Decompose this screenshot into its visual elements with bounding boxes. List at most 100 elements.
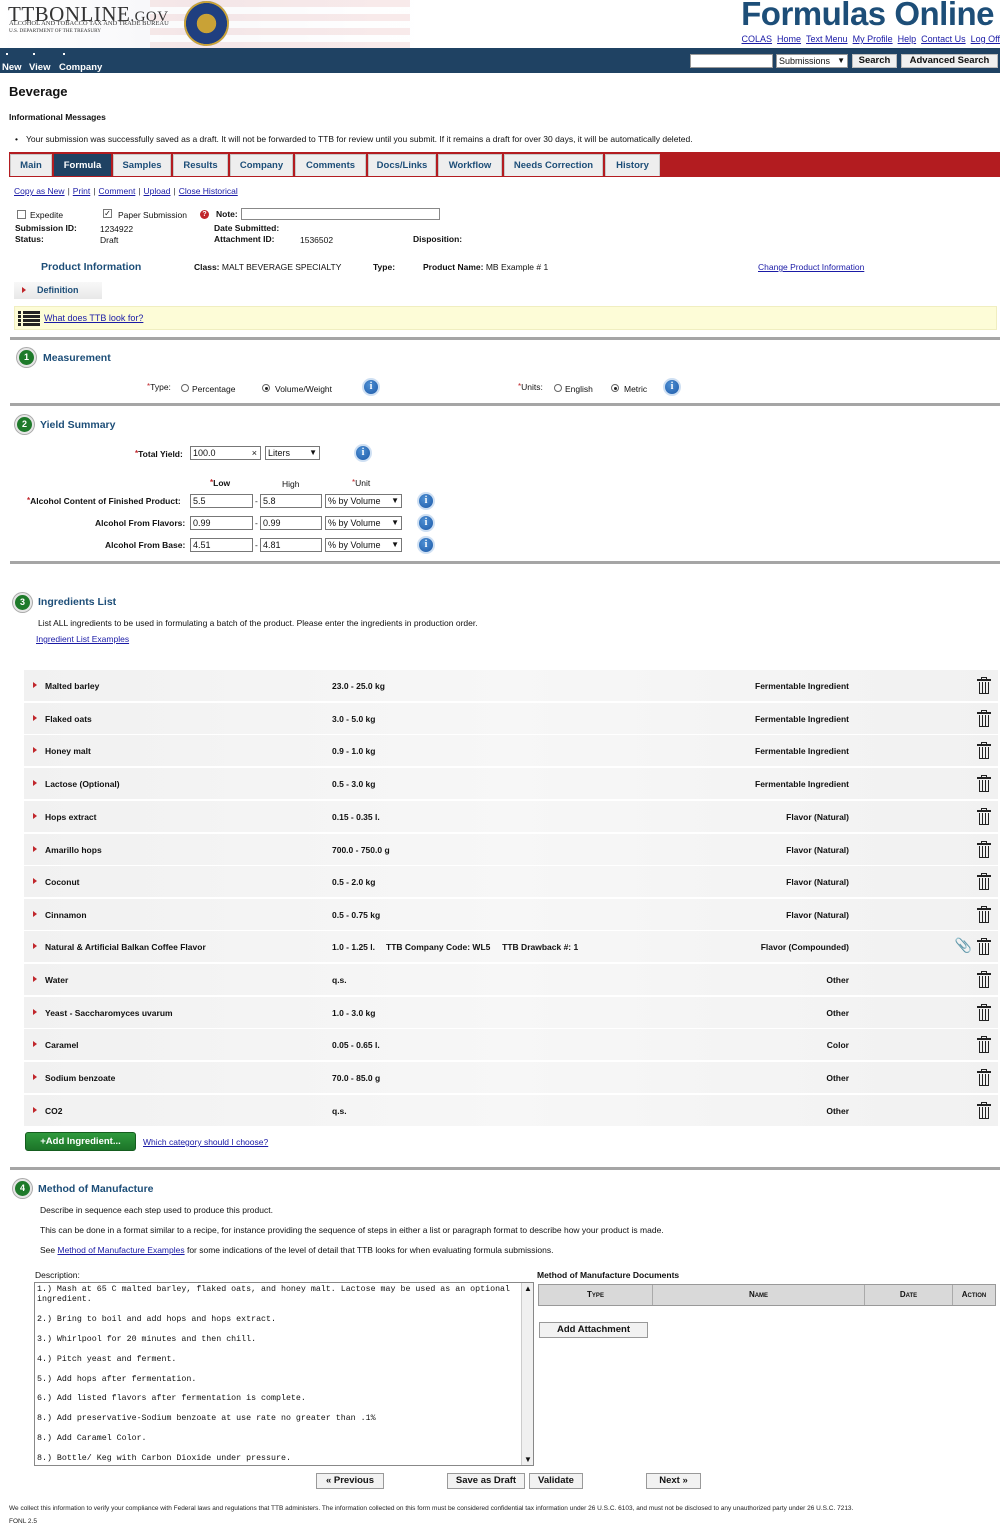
link-text-menu[interactable]: Text Menu: [806, 34, 848, 44]
info-icon[interactable]: i: [417, 514, 435, 532]
tab-history[interactable]: History: [605, 154, 660, 176]
tab-docs-links[interactable]: Docs/Links: [368, 154, 436, 176]
save-as-draft-button[interactable]: Save as Draft: [447, 1473, 525, 1489]
tab-company[interactable]: Company: [230, 154, 293, 176]
next-button[interactable]: Next »: [646, 1473, 701, 1489]
help-question-icon[interactable]: ?: [200, 210, 209, 219]
info-icon[interactable]: i: [354, 444, 372, 462]
ingredient-row[interactable]: Natural & Artificial Balkan Coffee Flavo…: [24, 931, 998, 962]
search-input[interactable]: [690, 54, 773, 68]
alcohol-flavors-unit-select[interactable]: % by Volume ▼: [325, 516, 402, 530]
ingredient-row[interactable]: Sodium benzoate 70.0 - 85.0 g Other: [24, 1062, 998, 1093]
column-header-type[interactable]: Type: [539, 1285, 653, 1305]
clear-icon[interactable]: ×: [252, 447, 257, 459]
paper-submission-checkbox[interactable]: ✓: [103, 209, 112, 218]
validate-button[interactable]: Validate: [529, 1473, 583, 1489]
ingredient-row[interactable]: Malted barley 23.0 - 25.0 kg Fermentable I…: [24, 670, 998, 701]
info-icon[interactable]: i: [417, 492, 435, 510]
units-english-radio[interactable]: [554, 384, 562, 392]
tab-results[interactable]: Results: [173, 154, 228, 176]
yield-unit-select[interactable]: Liters ▼: [265, 446, 320, 460]
link-my-profile[interactable]: My Profile: [853, 34, 893, 44]
tab-formula[interactable]: Formula: [54, 154, 111, 176]
alcohol-content-unit-select[interactable]: % by Volume ▼: [325, 494, 402, 508]
info-icon[interactable]: i: [417, 536, 435, 554]
alcohol-content-high-input[interactable]: 5.8: [260, 494, 322, 508]
ingredient-row[interactable]: Cinnamon 0.5 - 0.75 kg Flavor (Natural): [24, 899, 998, 930]
ingredient-list-examples-link[interactable]: Ingredient List Examples: [36, 634, 129, 644]
alcohol-flavors-high-input[interactable]: 0.99: [260, 516, 322, 530]
trash-icon[interactable]: [977, 677, 991, 694]
definition-toggle[interactable]: Definition: [14, 282, 102, 299]
tab-needs-correction[interactable]: Needs Correction: [504, 154, 603, 176]
link-help[interactable]: Help: [898, 34, 917, 44]
add-ingredient-button[interactable]: +Add Ingredient...: [25, 1132, 136, 1151]
search-scope-select[interactable]: Submissions ▼: [776, 54, 848, 68]
info-icon[interactable]: i: [362, 378, 380, 396]
column-header-action[interactable]: Action: [953, 1285, 995, 1305]
trash-icon[interactable]: [977, 710, 991, 727]
trash-icon[interactable]: [977, 1102, 991, 1119]
trash-icon[interactable]: [977, 1069, 991, 1086]
copy-as-new-link[interactable]: Copy as New: [14, 186, 65, 196]
link-colas[interactable]: COLAS: [742, 34, 773, 44]
note-input[interactable]: [241, 208, 440, 220]
chevron-up-icon[interactable]: ▲: [524, 1284, 532, 1293]
description-scrollbar[interactable]: ▲ ▼: [521, 1283, 533, 1465]
search-button[interactable]: Search: [852, 54, 897, 68]
type-volume-weight-radio[interactable]: [262, 384, 270, 392]
chevron-down-icon[interactable]: ▼: [524, 1455, 532, 1464]
trash-icon[interactable]: [977, 841, 991, 858]
link-log-off[interactable]: Log Off: [971, 34, 1000, 44]
ingredient-row[interactable]: Flaked oats 3.0 - 5.0 kg Fermentable Ingre…: [24, 703, 998, 734]
column-header-name[interactable]: Name: [653, 1285, 865, 1305]
ingredient-row[interactable]: Hops extract 0.15 - 0.35 l. Flavor (Natura…: [24, 801, 998, 832]
ingredient-row[interactable]: Lactose (Optional) 0.5 - 3.0 kg Fermentabl…: [24, 768, 998, 799]
description-textarea[interactable]: 1.) Mash at 65 C malted barley, flaked o…: [34, 1282, 534, 1466]
alcohol-flavors-low-input[interactable]: 0.99: [190, 516, 253, 530]
comment-link[interactable]: Comment: [98, 186, 135, 196]
alcohol-base-unit-select[interactable]: % by Volume ▼: [325, 538, 402, 552]
close-historical-link[interactable]: Close Historical: [179, 186, 238, 196]
paperclip-icon[interactable]: 📎: [955, 937, 972, 954]
which-category-link[interactable]: Which category should I choose?: [143, 1137, 268, 1147]
print-link[interactable]: Print: [73, 186, 90, 196]
ingredient-row[interactable]: Yeast - Saccharomyces uvarum 1.0 - 3.0 kg…: [24, 997, 998, 1028]
total-yield-input[interactable]: 100.0 ×: [190, 446, 261, 460]
ingredient-row[interactable]: CO2 q.s. Other: [24, 1095, 998, 1126]
tab-comments[interactable]: Comments: [295, 154, 366, 176]
type-percentage-radio[interactable]: [181, 384, 189, 392]
change-product-info-link[interactable]: Change Product Information: [758, 262, 864, 272]
expedite-checkbox[interactable]: [17, 210, 26, 219]
what-ttb-looks-for-link[interactable]: What does TTB look for?: [44, 313, 143, 323]
trash-icon[interactable]: [977, 808, 991, 825]
tab-workflow[interactable]: Workflow: [438, 154, 502, 176]
info-icon[interactable]: i: [663, 378, 681, 396]
trash-icon[interactable]: [977, 775, 991, 792]
tab-main[interactable]: Main: [10, 154, 52, 176]
link-contact-us[interactable]: Contact Us: [921, 34, 966, 44]
method-examples-link[interactable]: Method of Manufacture Examples: [58, 1245, 185, 1255]
trash-icon[interactable]: [977, 742, 991, 759]
add-attachment-button[interactable]: Add Attachment: [539, 1322, 648, 1338]
trash-icon[interactable]: [977, 906, 991, 923]
tab-samples[interactable]: Samples: [113, 154, 171, 176]
trash-icon[interactable]: [977, 971, 991, 988]
upload-link[interactable]: Upload: [144, 186, 171, 196]
trash-icon[interactable]: [977, 873, 991, 890]
ingredient-row[interactable]: Honey malt 0.9 - 1.0 kg Fermentable Ingred…: [24, 735, 998, 766]
ingredient-row[interactable]: Water q.s. Other: [24, 964, 998, 995]
ingredient-row[interactable]: Caramel 0.05 - 0.65 l. Color: [24, 1029, 998, 1060]
ingredient-row[interactable]: Amarillo hops 700.0 - 750.0 g Flavor (Natu…: [24, 834, 998, 865]
alcohol-base-high-input[interactable]: 4.81: [260, 538, 322, 552]
trash-icon[interactable]: [977, 938, 991, 955]
column-header-date[interactable]: Date: [865, 1285, 953, 1305]
trash-icon[interactable]: [977, 1036, 991, 1053]
link-home[interactable]: Home: [777, 34, 801, 44]
units-metric-radio[interactable]: [611, 384, 619, 392]
alcohol-base-low-input[interactable]: 4.51: [190, 538, 253, 552]
ingredient-row[interactable]: Coconut 0.5 - 2.0 kg Flavor (Natural): [24, 866, 998, 897]
alcohol-content-low-input[interactable]: 5.5: [190, 494, 253, 508]
trash-icon[interactable]: [977, 1004, 991, 1021]
advanced-search-button[interactable]: Advanced Search: [901, 54, 998, 68]
